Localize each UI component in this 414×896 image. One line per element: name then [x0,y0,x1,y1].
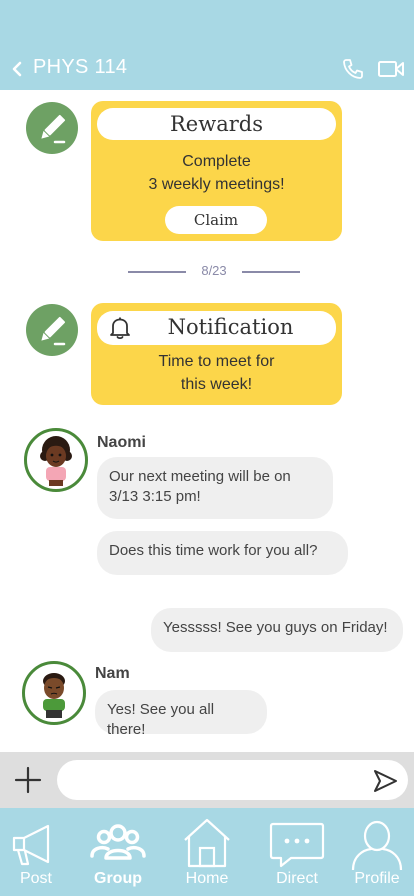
message-bubble-own[interactable]: Yesssss! See you guys on Friday! [151,608,403,652]
avatar-nam[interactable] [22,661,86,725]
tab-home[interactable]: Home [175,808,239,896]
notification-title: Notification [167,315,294,339]
tab-direct-label: Direct [276,870,318,887]
tab-group-label: Group [94,870,142,887]
bottom-tab-bar: Post Group Home Direct Profile [0,808,414,896]
notification-title-pill: Notification [97,311,336,345]
nam-avatar-illustration [43,673,65,718]
rewards-title: Rewards [170,112,263,136]
date-divider-right [242,271,300,273]
phone-icon[interactable] [341,57,365,81]
message-input[interactable] [57,760,408,800]
notification-card: Notification Time to meet for this week! [91,303,342,405]
sender-name-nam: Nam [95,665,130,682]
chat-content[interactable]: Rewards Complete 3 weekly meetings! Clai… [0,90,414,752]
group-icon [90,824,146,860]
date-label: 8/23 [201,263,227,278]
pencil-avatar [26,304,78,356]
tab-profile[interactable]: Profile [345,808,409,896]
plus-icon[interactable] [14,766,42,794]
home-icon [184,818,230,868]
chat-bubble-icon [269,822,325,868]
claim-button[interactable]: Claim [165,206,267,234]
chevron-left-icon[interactable] [8,58,26,80]
app-header: PHYS 114 [0,0,414,90]
pencil-icon [41,316,66,346]
pencil-avatar [26,102,78,154]
message-composer [0,752,414,808]
message-bubble-naomi-2[interactable]: Does this time work for you all? [97,531,348,575]
claim-button-label: Claim [193,211,239,229]
tab-profile-label: Profile [354,870,400,887]
tab-direct[interactable]: Direct [265,808,329,896]
rewards-title-pill: Rewards [97,108,336,140]
profile-icon [351,820,403,870]
message-bubble-naomi-1[interactable]: Our next meeting will be on 3/13 3:15 pm… [97,457,333,519]
tab-group[interactable]: Group [86,808,150,896]
avatar-naomi[interactable] [24,428,88,492]
tab-home-label: Home [185,870,229,887]
rewards-line-2: 3 weekly meetings! [148,176,285,193]
sender-name-naomi: Naomi [97,434,146,451]
tab-post[interactable]: Post [4,808,68,896]
notification-line-2: this week! [180,376,253,393]
message-bubble-nam[interactable]: Yes! See you all there! [95,690,267,738]
rewards-card: Rewards Complete 3 weekly meetings! Clai… [91,101,342,241]
send-icon[interactable] [372,768,398,794]
date-separator: 8/23 [128,262,300,282]
tab-post-label: Post [19,870,52,887]
megaphone-icon [12,824,50,866]
rewards-line-1: Complete [182,153,251,170]
group-title: PHYS 114 [33,56,128,78]
naomi-avatar-illustration [40,436,72,486]
video-camera-icon[interactable] [377,58,405,80]
pencil-icon [41,114,66,144]
date-divider-left [128,271,186,273]
notification-line-1: Time to meet for [158,353,275,370]
